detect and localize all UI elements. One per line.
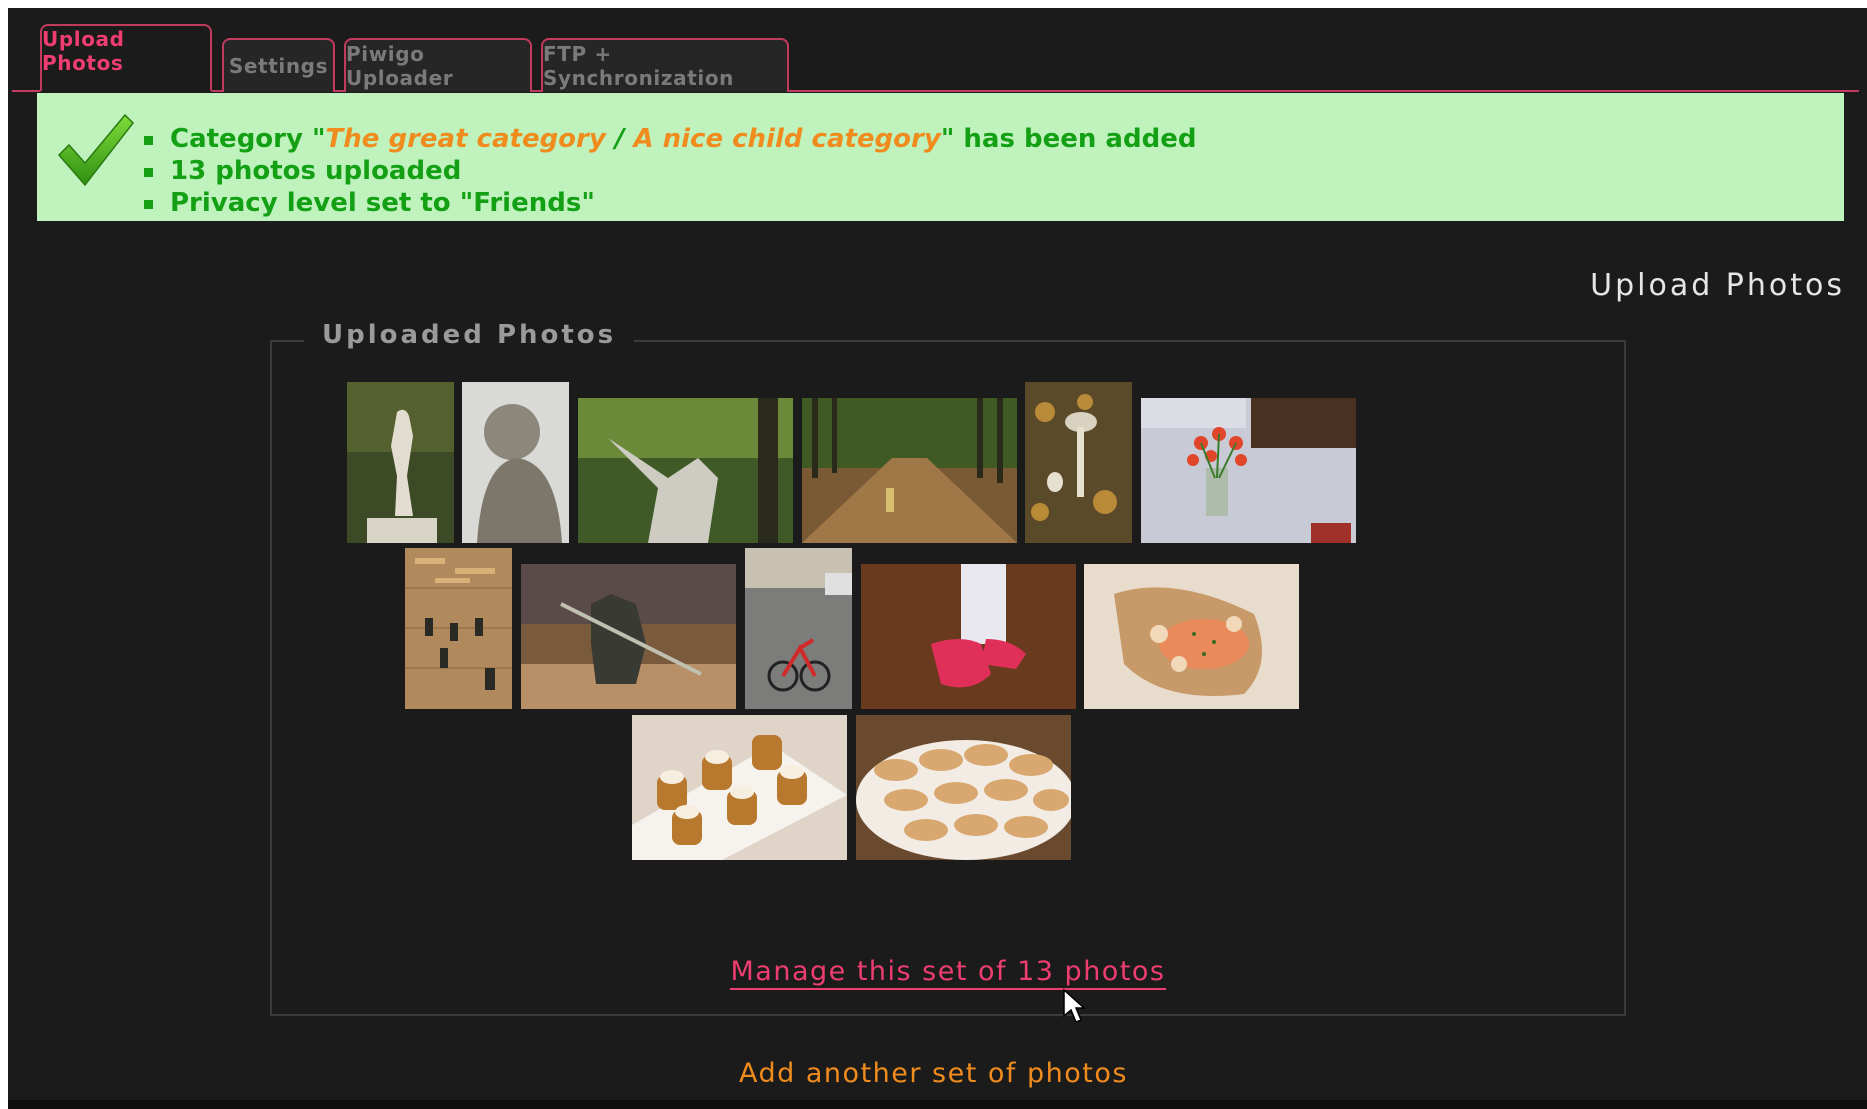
category-parent-name: The great category bbox=[325, 124, 606, 154]
notice-photos-uploaded: 13 photos uploaded bbox=[142, 155, 1196, 187]
success-notice: Category "The great category / A nice ch… bbox=[37, 93, 1844, 221]
notice-privacy-level: Privacy level set to "Friends" bbox=[142, 187, 1196, 219]
mouse-cursor-icon bbox=[1063, 988, 1086, 1023]
tab-piwigo-uploader[interactable]: Piwigo Uploader bbox=[344, 38, 532, 92]
tab-settings[interactable]: Settings bbox=[222, 38, 335, 92]
checkmark-icon bbox=[57, 113, 134, 187]
photo-toy-warrior[interactable] bbox=[521, 564, 736, 709]
photo-salmon-dish[interactable] bbox=[1084, 564, 1299, 709]
uploaded-photos-fieldset: Uploaded Photos Manage this set of 13 ph… bbox=[270, 320, 1626, 1016]
add-another-set-row: Add another set of photos bbox=[0, 1058, 1867, 1089]
bottom-border bbox=[8, 1100, 1867, 1109]
photo-toy-soldiers[interactable] bbox=[405, 548, 512, 709]
manage-set-link[interactable]: Manage this set of 13 photos bbox=[730, 956, 1166, 990]
photo-pink-shoes[interactable] bbox=[861, 564, 1076, 709]
photo-desserts[interactable] bbox=[632, 715, 847, 860]
tab-ftp-synchronization[interactable]: FTP + Synchronization bbox=[541, 38, 789, 92]
notice-list: Category "The great category / A nice ch… bbox=[142, 123, 1196, 219]
photo-statue-trees[interactable] bbox=[578, 398, 793, 543]
photo-macarons[interactable] bbox=[856, 715, 1071, 860]
photo-tulips[interactable] bbox=[1141, 398, 1356, 543]
tab-bar: Upload Photos Settings Piwigo Uploader F… bbox=[12, 14, 1859, 92]
photo-mushroom[interactable] bbox=[1025, 382, 1132, 543]
photo-bicycle[interactable] bbox=[745, 548, 852, 709]
uploaded-photos-legend: Uploaded Photos bbox=[304, 320, 635, 350]
page-title: Upload Photos bbox=[1590, 268, 1845, 303]
photo-cherub-statue[interactable] bbox=[462, 382, 569, 543]
notice-category-added: Category "The great category / A nice ch… bbox=[142, 123, 1196, 155]
add-another-set-link[interactable]: Add another set of photos bbox=[739, 1058, 1128, 1089]
photo-statue-garden[interactable] bbox=[347, 382, 454, 543]
tab-upload-photos[interactable]: Upload Photos bbox=[40, 24, 212, 92]
manage-set-link-row: Manage this set of 13 photos bbox=[272, 956, 1624, 990]
photo-tree-alley[interactable] bbox=[802, 398, 1017, 543]
category-child-name: A nice child category bbox=[633, 124, 941, 154]
